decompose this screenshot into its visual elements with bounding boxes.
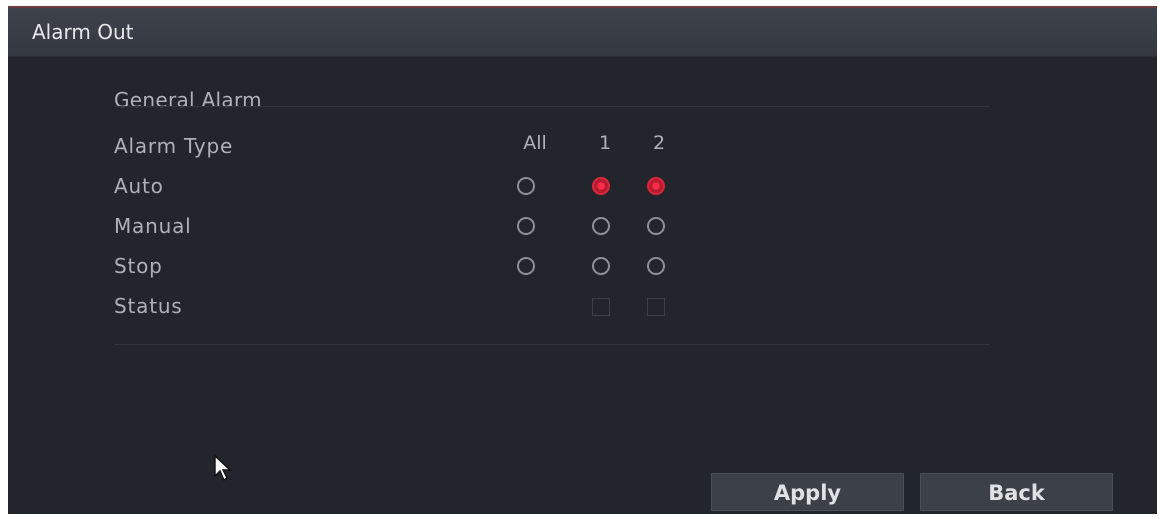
row-label-stop: Stop — [114, 254, 163, 278]
window-title: Alarm Out — [32, 20, 134, 44]
row-label-auto: Auto — [114, 174, 164, 198]
back-button[interactable]: Back — [920, 473, 1113, 511]
status-indicator-1 — [592, 298, 610, 316]
radio-manual-1[interactable] — [592, 217, 610, 235]
radio-auto-all[interactable] — [517, 177, 535, 195]
radio-stop-2[interactable] — [647, 257, 665, 275]
radio-auto-2[interactable] — [647, 177, 665, 195]
title-bar: Alarm Out — [8, 8, 1157, 57]
column-header-1: 1 — [598, 132, 612, 154]
column-header-2: 2 — [652, 132, 666, 154]
radio-auto-1[interactable] — [592, 177, 610, 195]
radio-manual-all[interactable] — [517, 217, 535, 235]
apply-button[interactable]: Apply — [711, 473, 904, 511]
section-divider-bottom — [114, 344, 990, 345]
radio-manual-2[interactable] — [647, 217, 665, 235]
row-label-status: Status — [114, 294, 183, 318]
radio-stop-1[interactable] — [592, 257, 610, 275]
column-header-all: All — [523, 132, 547, 154]
section-title-general-alarm: General Alarm — [114, 88, 262, 112]
mouse-pointer-icon — [214, 454, 232, 482]
section-divider-top — [114, 106, 990, 107]
alarm-out-window: Alarm Out General Alarm Alarm Type All 1… — [8, 6, 1157, 514]
radio-stop-all[interactable] — [517, 257, 535, 275]
row-label-alarm-type: Alarm Type — [114, 134, 234, 158]
status-indicator-2 — [647, 298, 665, 316]
row-label-manual: Manual — [114, 214, 192, 238]
